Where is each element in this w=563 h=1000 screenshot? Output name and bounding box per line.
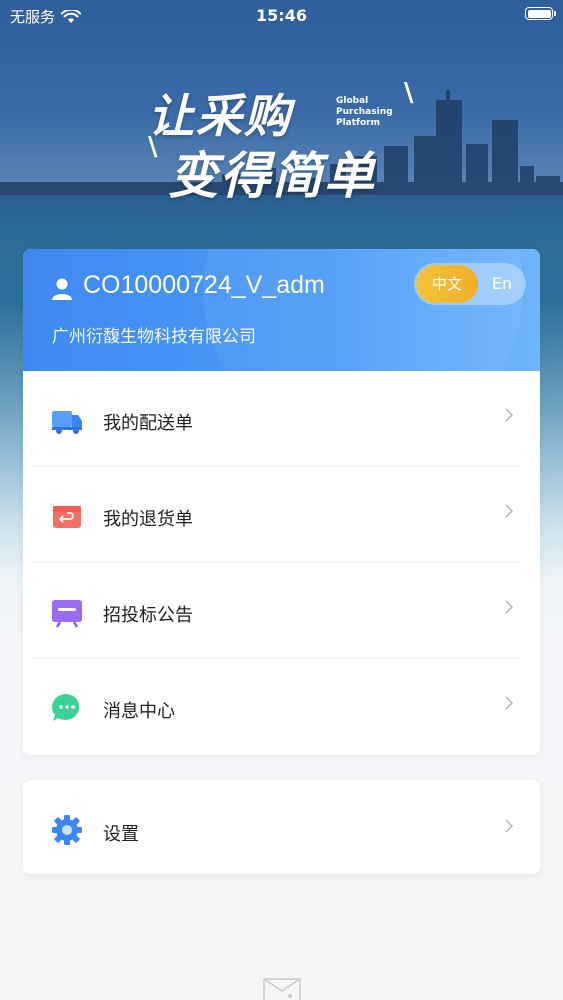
settings-label: 设置 bbox=[103, 824, 139, 845]
language-toggle[interactable]: 中文 En bbox=[414, 263, 526, 305]
menu-label: 消息中心 bbox=[103, 701, 175, 722]
chevron-right-icon bbox=[505, 504, 514, 518]
quote-mark-right: \ bbox=[404, 78, 414, 108]
tagline-line-1: Global bbox=[336, 96, 369, 106]
hero-banner: \ \ 让采购 变得简单 Global Purchasing Platform bbox=[0, 0, 563, 240]
menu-label: 我的退货单 bbox=[103, 509, 193, 530]
slogan-line-2: 变得简单 bbox=[168, 147, 376, 205]
gear-icon bbox=[52, 815, 82, 845]
tagline-line-2: Purchasing bbox=[336, 107, 393, 117]
delivery-truck-icon bbox=[52, 411, 82, 434]
language-option-en[interactable]: En bbox=[478, 263, 526, 305]
user-header: CO10000724_V_adm 广州衍馥生物科技有限公司 中文 En bbox=[23, 249, 540, 371]
menu-item-bidding-announcements[interactable]: 招投标公告 bbox=[23, 563, 540, 659]
chevron-right-icon bbox=[505, 600, 514, 614]
menu-item-settings[interactable]: 设置 bbox=[23, 780, 540, 874]
menu-item-delivery-orders[interactable]: 我的配送单 bbox=[23, 371, 540, 467]
message-bubble-icon bbox=[52, 693, 80, 721]
account-card: CO10000724_V_adm 广州衍馥生物科技有限公司 中文 En 我的配送… bbox=[23, 249, 540, 755]
chevron-right-icon bbox=[505, 408, 514, 422]
tagline-line-3: Platform bbox=[336, 118, 380, 128]
bidding-board-icon bbox=[52, 600, 82, 628]
menu-item-message-center[interactable]: 消息中心 bbox=[23, 659, 540, 755]
menu-item-return-orders[interactable]: 我的退货单 bbox=[23, 467, 540, 563]
user-icon bbox=[52, 278, 72, 300]
language-option-zh[interactable]: 中文 bbox=[416, 265, 478, 303]
return-box-icon bbox=[53, 506, 81, 528]
settings-card: 设置 bbox=[23, 780, 540, 874]
chevron-right-icon bbox=[505, 696, 514, 710]
menu-label: 招投标公告 bbox=[103, 605, 193, 626]
platform-tagline: Global Purchasing Platform bbox=[336, 96, 393, 129]
company-name: 广州衍馥生物科技有限公司 bbox=[52, 327, 256, 347]
username: CO10000724_V_adm bbox=[83, 271, 325, 299]
envelope-logo-icon bbox=[263, 978, 301, 1000]
menu-label: 我的配送单 bbox=[103, 413, 193, 434]
chevron-right-icon bbox=[505, 819, 514, 833]
